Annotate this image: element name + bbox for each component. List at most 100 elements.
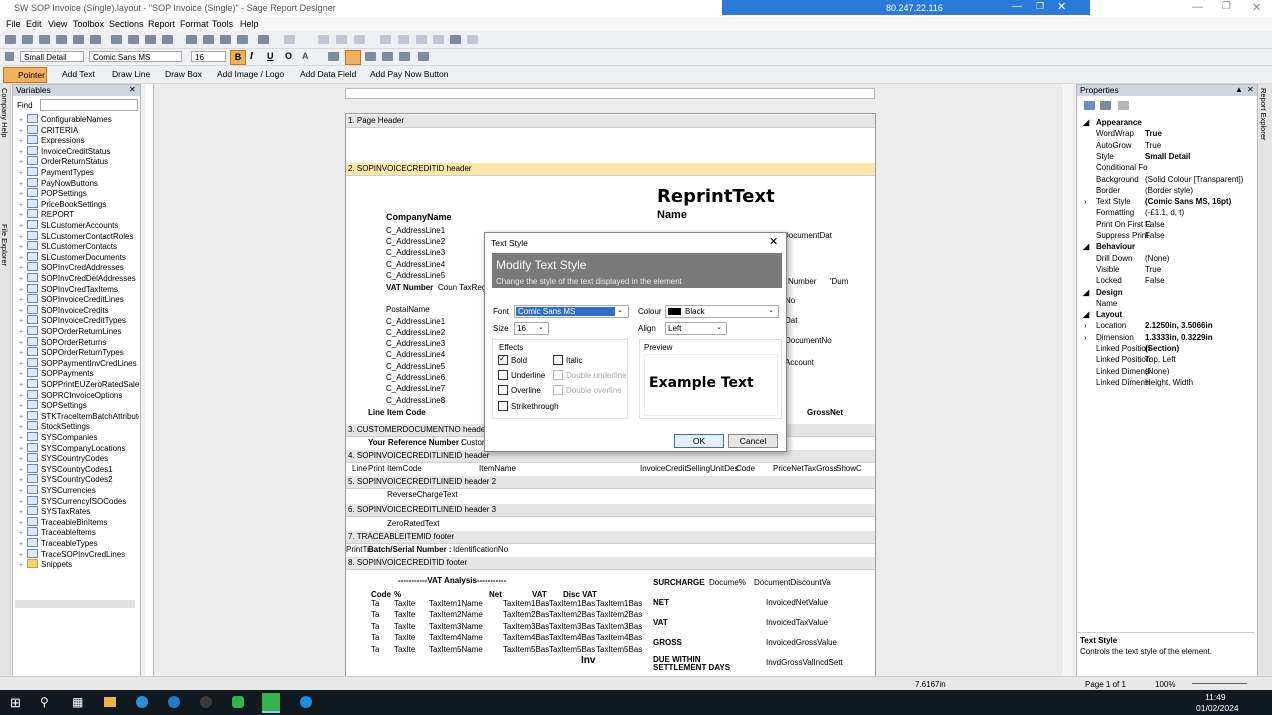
font-combo[interactable]: Comic Sans MS — [89, 51, 182, 62]
search-icon[interactable]: ⚲ — [40, 695, 49, 709]
center-icon[interactable] — [354, 35, 365, 44]
item-name-cell[interactable]: ItemName — [479, 464, 516, 473]
vat-number-field[interactable]: Coun TaxReg — [438, 283, 486, 292]
italic-button[interactable]: I — [250, 51, 253, 62]
draw-line-tool[interactable]: Draw Line — [112, 69, 150, 79]
vat-cell[interactable]: TaxItem4Name — [429, 633, 483, 642]
menu-file[interactable]: File — [6, 19, 21, 29]
property-value[interactable]: (-£1.1, d, t) — [1145, 207, 1184, 218]
vat-cell[interactable]: TaxItem2Bas — [596, 610, 642, 619]
categorized-icon[interactable] — [1084, 101, 1095, 110]
total-label[interactable]: GROSS — [653, 638, 682, 647]
ie-icon[interactable] — [300, 696, 312, 708]
variable-item[interactable]: + SLCustomerAccounts — [19, 220, 118, 231]
section-lineid-header-2[interactable]: 5. SOPINVOICECREDITLINEID header 2 — [346, 476, 875, 489]
variable-item[interactable]: + REPORT — [19, 209, 74, 220]
property-row[interactable]: Linked Position (Section) — [1080, 343, 1255, 354]
double-underline-checkbox[interactable] — [553, 370, 563, 380]
variable-item[interactable]: + SYSTaxRates — [19, 506, 90, 517]
account-field[interactable]: Account — [785, 358, 814, 367]
report-explorer-tab[interactable]: Report Explorer — [1259, 88, 1268, 141]
alphabetical-icon[interactable] — [1100, 101, 1111, 110]
restore-icon[interactable]: ❐ — [1036, 1, 1044, 12]
font-select[interactable]: Comic Sans MS ⌄ — [514, 305, 629, 318]
property-row[interactable]: Name — [1080, 298, 1255, 309]
overline-button[interactable]: O — [285, 51, 292, 61]
del-address-line[interactable]: C_AddressLine5 — [386, 362, 445, 371]
variable-item[interactable]: + POPSettings — [19, 188, 87, 199]
invoice-credit-cell[interactable]: InvoiceCredit — [640, 464, 687, 473]
company-help-tab[interactable]: Company Help — [0, 88, 9, 138]
underline-checkbox[interactable] — [498, 370, 508, 380]
del-address-line[interactable]: C_AddressLine2 — [386, 328, 445, 337]
copy-icon[interactable] — [145, 35, 156, 44]
ok-button[interactable]: OK — [674, 434, 724, 448]
del-address-line[interactable]: C_AddressLine4 — [386, 350, 445, 359]
property-row[interactable]: AutoGrow True — [1080, 140, 1255, 151]
app-restore-icon[interactable]: ❐ — [1222, 1, 1231, 12]
property-row[interactable]: Style Small Detail — [1080, 151, 1255, 162]
variable-item[interactable]: + SOPPrintEUZeroRatedSalesO — [19, 379, 139, 390]
del-address-line[interactable]: C_AddressLine7 — [386, 384, 445, 393]
expand-icon[interactable]: › — [1084, 320, 1087, 331]
property-category[interactable]: ◢ Behaviour — [1080, 241, 1255, 252]
link-icon[interactable] — [398, 35, 409, 44]
preview-icon[interactable] — [56, 35, 67, 44]
edge-icon[interactable] — [136, 696, 148, 708]
dum-field[interactable]: 'Dum — [830, 277, 848, 286]
menu-toolbox[interactable]: Toolbox — [73, 19, 104, 29]
del-address-line[interactable]: C_AddressLine8 — [386, 396, 445, 405]
vat-cell[interactable]: TaxItem3Bas — [503, 622, 549, 631]
variable-item[interactable]: + StockSettings — [19, 421, 90, 432]
address-line[interactable]: C_AddressLine4 — [386, 260, 445, 269]
line-cell[interactable]: Line — [352, 464, 367, 473]
variable-item[interactable]: + SLCustomerContactRoles — [19, 230, 133, 242]
property-value[interactable]: (None) — [1145, 253, 1169, 264]
variable-item[interactable]: + SOPRCInvoiceOptions — [19, 389, 122, 401]
crop-icon[interactable] — [90, 35, 101, 44]
edit-icon[interactable] — [111, 35, 122, 44]
line-label[interactable]: Line — [368, 408, 384, 417]
vat-cell[interactable]: TaxItem3Name — [429, 622, 483, 631]
file-explorer-icon[interactable] — [104, 697, 116, 707]
variable-item[interactable]: + SOPOrderReturnLines — [19, 326, 121, 337]
cut-icon[interactable] — [380, 35, 391, 44]
property-value[interactable]: (Section) — [1145, 343, 1179, 354]
variable-item[interactable]: + SOPInvCredTaxItems — [19, 283, 118, 295]
variable-item[interactable]: + SOPInvoiceCredits — [19, 304, 109, 316]
variable-item[interactable]: + SYSCurrencyISOCodes — [19, 495, 126, 507]
property-row[interactable]: Conditional Fo — [1080, 162, 1255, 173]
italic-checkbox[interactable] — [553, 355, 563, 365]
bold-button[interactable]: B — [230, 50, 246, 65]
variable-item[interactable]: + SLCustomerContacts — [19, 241, 117, 252]
app-minimize-icon[interactable]: — — [1192, 1, 1203, 13]
vat-number-label[interactable]: VAT Number — [386, 283, 433, 292]
canvas-scrollbar[interactable] — [1063, 84, 1073, 676]
property-value[interactable]: (Comic Sans MS, 16pt) — [1145, 196, 1231, 207]
variable-item[interactable]: + SYSCountryCodes1 — [19, 463, 113, 475]
spacing-icon[interactable] — [284, 35, 295, 44]
menu-tools[interactable]: Tools — [212, 19, 233, 29]
variable-item[interactable]: + STKTraceItemBatchAttribute — [19, 410, 139, 422]
expand-icon[interactable]: › — [1084, 196, 1087, 207]
property-row[interactable]: Suppress Print False — [1080, 230, 1255, 241]
postal-name-field[interactable]: PostalName — [386, 305, 430, 314]
property-row[interactable]: › Dimension 1.3333in, 0.3229in — [1080, 332, 1255, 343]
property-row[interactable]: Border (Border style) — [1080, 185, 1255, 196]
properties-close-icon[interactable]: ✕ — [1247, 85, 1254, 94]
open-icon[interactable] — [22, 35, 33, 44]
company-name-field[interactable]: CompanyName — [386, 212, 452, 222]
total-label[interactable]: VAT — [653, 618, 668, 627]
add-text-tool[interactable]: Add Text — [62, 69, 95, 79]
property-row[interactable]: › Text Style (Comic Sans MS, 16pt) — [1080, 196, 1255, 207]
property-value[interactable]: Small Detail — [1145, 151, 1190, 162]
vat-cell[interactable]: TaxItem3Bas — [596, 622, 642, 631]
dialog-close-icon[interactable]: ✕ — [769, 235, 778, 248]
property-row[interactable]: Linked Dimensi Height, Width — [1080, 377, 1255, 388]
add-pay-now-tool[interactable]: Add Pay Now Button — [370, 69, 448, 79]
property-value[interactable]: True — [1145, 128, 1162, 139]
browser-icon[interactable] — [168, 696, 180, 708]
style-combo[interactable]: Small Detail — [20, 51, 84, 62]
bold-checkbox[interactable] — [498, 354, 508, 365]
delete-icon[interactable] — [433, 35, 444, 44]
